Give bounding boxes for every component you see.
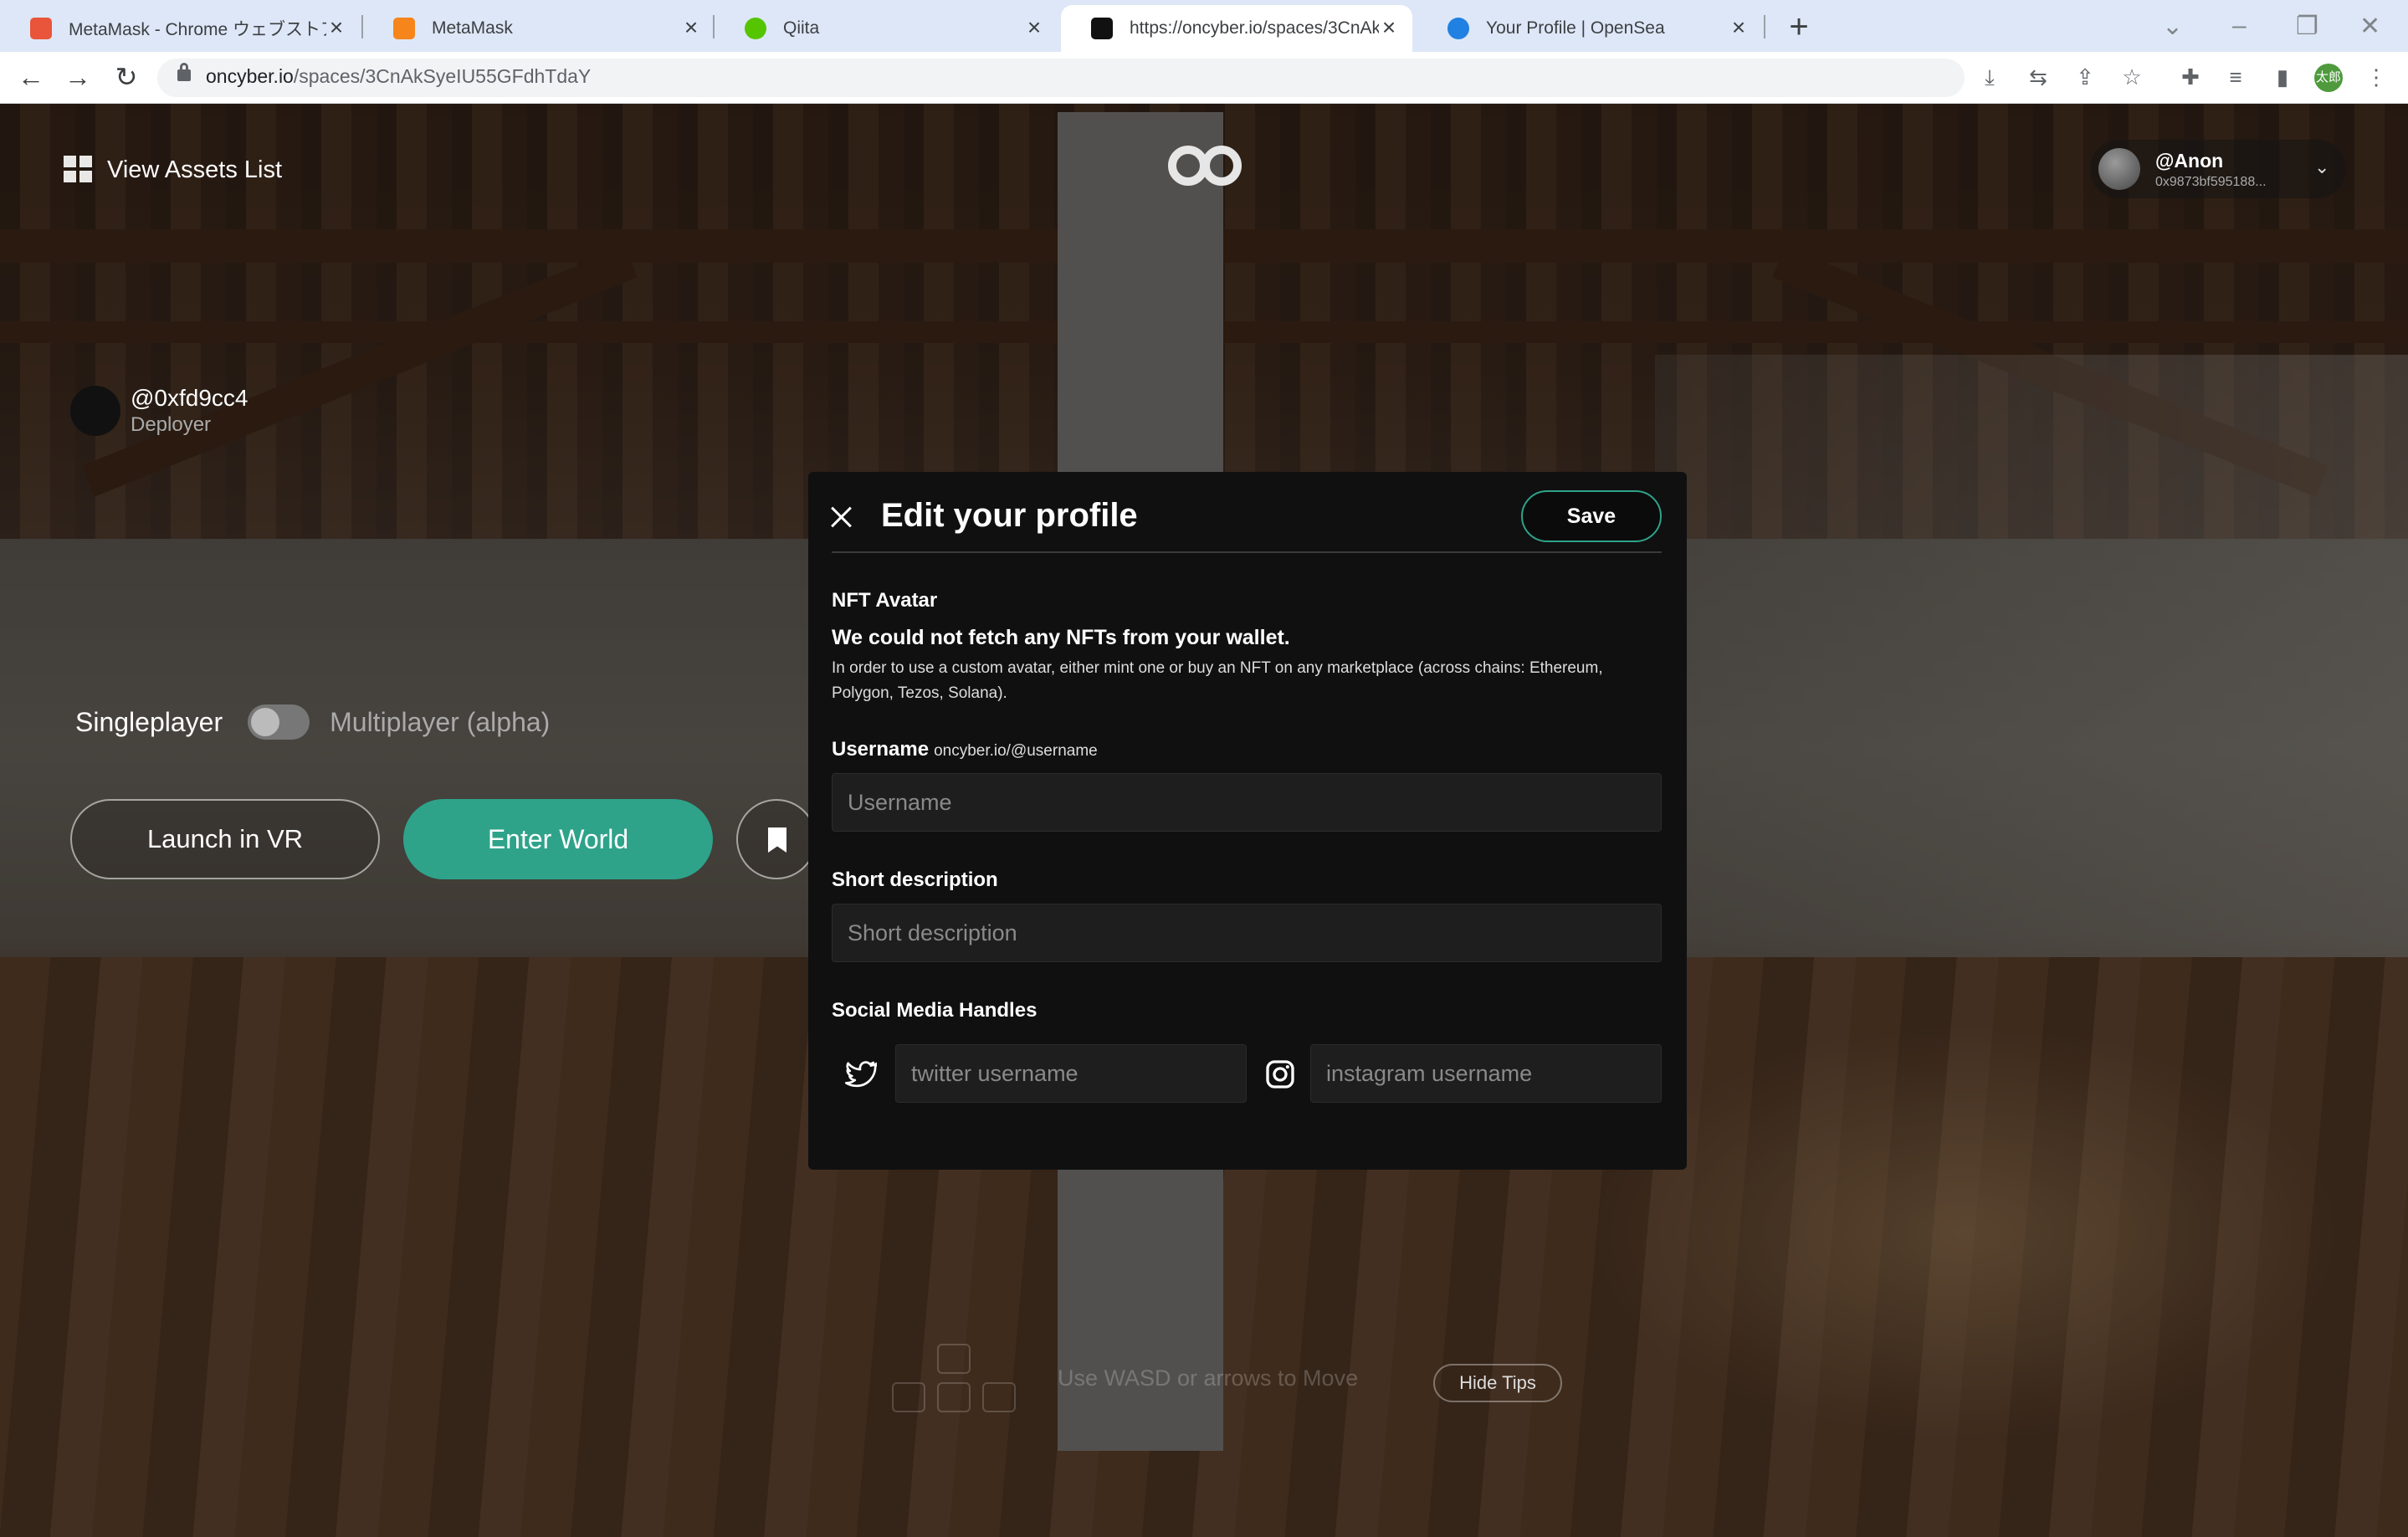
deployer-info: @0xfd9cc4 Deployer	[70, 385, 248, 437]
twitter-icon	[845, 1061, 877, 1088]
tab-oncyber[interactable]: https://oncyber.io/spaces/3CnAk ×	[1061, 5, 1412, 52]
movement-tip: Use WASD or arrows to Move	[1058, 1365, 1359, 1391]
close-icon[interactable]: ×	[681, 16, 701, 39]
multiplayer-toggle[interactable]	[248, 704, 310, 740]
multiplayer-label: Multiplayer (alpha)	[330, 706, 551, 737]
reload-icon[interactable]: ↻	[109, 60, 144, 95]
short-description-label: Short description	[832, 868, 998, 891]
grid-icon	[64, 156, 94, 184]
new-tab-button[interactable]: +	[1780, 10, 1817, 44]
save-button[interactable]: Save	[1521, 490, 1662, 542]
account-menu[interactable]: @Anon 0x9873bf595188... ⌄	[2090, 140, 2346, 198]
side-panel-icon[interactable]: ▮	[2269, 64, 2296, 90]
instagram-icon	[1266, 1060, 1294, 1089]
oncyber-icon	[1091, 18, 1113, 39]
toggle-knob	[251, 708, 280, 736]
close-icon[interactable]: ×	[1379, 16, 1399, 39]
url-host: oncyber.io	[206, 65, 294, 87]
view-assets-label: View Assets List	[107, 156, 283, 183]
player-mode-switch: Singleplayer Multiplayer (alpha)	[75, 704, 550, 740]
extensions-puzzle-icon[interactable]: ✚	[2177, 64, 2204, 90]
username-input[interactable]	[832, 773, 1662, 832]
username-label-row: Username oncyber.io/@username	[832, 738, 1098, 761]
bookmark-star-icon[interactable]: ☆	[2119, 64, 2145, 90]
enter-world-button[interactable]: Enter World	[403, 799, 713, 879]
edit-profile-modal: Edit your profile Save NFT Avatar We cou…	[808, 472, 1687, 1170]
view-assets-list-button[interactable]: View Assets List	[64, 156, 282, 184]
url-text[interactable]: oncyber.io/spaces/3CnAkSyeIU55GFdhTdaY	[206, 65, 591, 88]
tab-metamask[interactable]: MetaMask ×	[363, 5, 715, 52]
tab-title: Your Profile | OpenSea	[1486, 18, 1665, 38]
avatar	[70, 386, 120, 436]
wallet-address: 0x9873bf595188...	[2155, 175, 2267, 189]
username-label: Username	[832, 738, 930, 761]
short-description-input[interactable]	[832, 904, 1662, 962]
minimize-icon[interactable]: –	[2232, 12, 2247, 40]
bookmark-button[interactable]	[736, 799, 817, 879]
account-name: @Anon	[2155, 150, 2224, 172]
divider	[832, 551, 1662, 553]
metamask-fox-icon	[393, 18, 415, 39]
install-app-icon[interactable]: ⤓	[1976, 64, 2003, 90]
social-media-label: Social Media Handles	[832, 999, 1037, 1022]
forward-icon[interactable]: →	[60, 60, 95, 95]
tab-title: MetaMask - Chrome ウェブストア	[69, 20, 326, 39]
hide-tips-button[interactable]: Hide Tips	[1433, 1364, 1562, 1402]
url-path: /spaces/3CnAkSyeIU55GFdhTdaY	[293, 65, 592, 87]
tab-title: MetaMask	[432, 18, 513, 38]
oncyber-logo-icon[interactable]	[1165, 142, 1245, 189]
media-queue-icon[interactable]: ≡	[2222, 64, 2249, 90]
singleplayer-label: Singleplayer	[75, 706, 223, 737]
translate-icon[interactable]: ⇆	[2025, 64, 2052, 90]
browser-tab-strip: MetaMask - Chrome ウェブストア × MetaMask × Qi…	[0, 0, 2408, 52]
deployer-name[interactable]: @0xfd9cc4	[131, 385, 248, 412]
modal-title: Edit your profile	[881, 497, 1138, 534]
close-icon[interactable]: ×	[326, 16, 346, 39]
chrome-menu-icon[interactable]: ⋮	[2363, 64, 2390, 90]
deployer-role: Deployer	[131, 413, 212, 436]
twitter-username-input[interactable]	[895, 1044, 1247, 1103]
launch-vr-button[interactable]: Launch in VR	[70, 799, 380, 879]
lock-icon[interactable]	[177, 63, 191, 81]
restore-icon[interactable]: ❐	[2296, 12, 2318, 41]
bookmark-icon	[768, 827, 786, 853]
tab-qiita[interactable]: Qiita ×	[715, 5, 1058, 52]
avatar	[2098, 148, 2140, 190]
instagram-username-input[interactable]	[1310, 1044, 1662, 1103]
close-icon[interactable]: ×	[1729, 16, 1749, 39]
close-icon[interactable]	[828, 504, 855, 530]
back-icon[interactable]: ←	[13, 60, 49, 95]
qiita-icon	[745, 18, 766, 39]
opensea-icon	[1447, 18, 1469, 39]
tab-separator	[1764, 15, 1765, 38]
tab-opensea[interactable]: Your Profile | OpenSea ×	[1417, 5, 1762, 52]
window-close-icon[interactable]: ✕	[2359, 12, 2380, 41]
chrome-webstore-icon	[30, 18, 52, 39]
arrow-keys-icon	[892, 1344, 1017, 1416]
tab-title: Qiita	[783, 18, 820, 38]
tab-search-chevron-icon[interactable]: ⌄	[2162, 12, 2183, 41]
chevron-down-icon: ⌄	[2314, 156, 2330, 177]
nft-warning: We could not fetch any NFTs from your wa…	[832, 626, 1290, 649]
nft-avatar-label: NFT Avatar	[832, 589, 938, 612]
username-hint: oncyber.io/@username	[934, 742, 1098, 760]
tab-metamask-webstore[interactable]: MetaMask - Chrome ウェブストア ×	[0, 5, 360, 52]
close-icon[interactable]: ×	[1024, 16, 1044, 39]
share-icon[interactable]: ⇪	[2072, 64, 2098, 90]
profile-avatar[interactable]: 太郎	[2314, 64, 2343, 92]
tab-title: https://oncyber.io/spaces/3CnAk	[1130, 18, 1379, 38]
nft-help-text: In order to use a custom avatar, either …	[832, 659, 1603, 702]
